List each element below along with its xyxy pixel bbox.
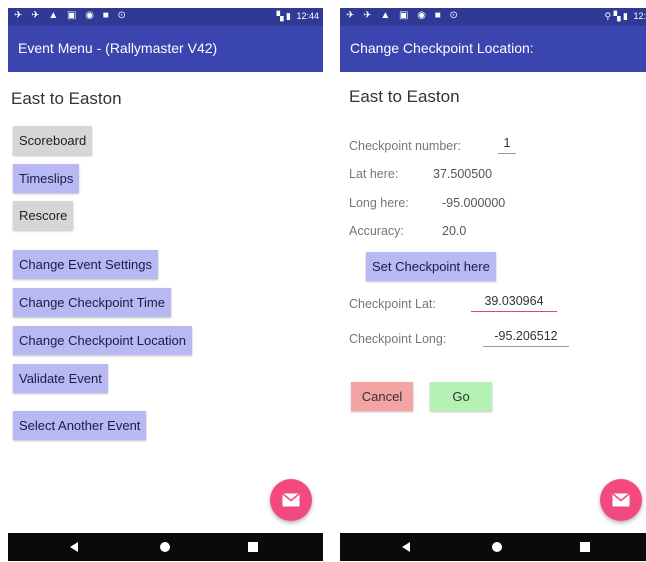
recents-square-icon[interactable] xyxy=(248,542,258,552)
home-circle-icon[interactable] xyxy=(160,542,170,552)
change-checkpoint-location-screen: ✈ ✈ ▲ ▣ ◉ ■ ⊙ ⚲ ▚ ▮ 12:5 Change Checkpoi… xyxy=(340,8,646,561)
status-time: 12:44 xyxy=(296,11,319,21)
battery-icon: ▮ xyxy=(286,11,291,21)
event-menu-screen: ✈ ✈ ▲ ▣ ◉ ■ ⊙ ▚ ▮ 12:44 Event Menu - (Ra… xyxy=(8,8,323,561)
accuracy-label: Accuracy: xyxy=(349,224,404,238)
change-checkpoint-location-button[interactable]: Change Checkpoint Location xyxy=(13,326,192,355)
app-bar-title: Change Checkpoint Location: xyxy=(350,40,534,56)
long-here-value: -95.000000 xyxy=(442,196,506,210)
checkpoint-number-label: Checkpoint number: xyxy=(349,139,461,153)
change-event-settings-button[interactable]: Change Event Settings xyxy=(13,250,158,279)
home-circle-icon[interactable] xyxy=(492,542,502,552)
status-right: ⚲ ▚ ▮ 12:5 xyxy=(604,11,646,22)
rescore-button[interactable]: Rescore xyxy=(13,201,74,230)
event-name: East to Easton xyxy=(11,89,122,108)
location-icon: ⚲ xyxy=(604,11,612,21)
mail-icon xyxy=(612,493,630,507)
app-bar: Change Checkpoint Location: xyxy=(340,26,646,72)
checkpoint-lat-field[interactable] xyxy=(471,294,557,312)
recents-square-icon[interactable] xyxy=(580,542,590,552)
notification-icons: ✈ ✈ ▲ ▣ ◉ ■ ⊙ xyxy=(346,10,461,21)
select-another-event-button[interactable]: Select Another Event xyxy=(13,411,147,440)
status-time: 12:5 xyxy=(633,11,646,21)
checkpoint-number-field[interactable] xyxy=(498,136,516,154)
back-triangle-icon[interactable] xyxy=(402,542,410,552)
notification-icons: ✈ ✈ ▲ ▣ ◉ ■ ⊙ xyxy=(14,10,129,21)
signal-icon: ▚ xyxy=(276,11,284,21)
checkpoint-lat-label: Checkpoint Lat: xyxy=(349,297,436,311)
event-name: East to Easton xyxy=(349,87,460,106)
status-bar: ✈ ✈ ▲ ▣ ◉ ■ ⊙ ⚲ ▚ ▮ 12:5 xyxy=(340,8,646,26)
long-here-label: Long here: xyxy=(349,196,409,210)
back-triangle-icon[interactable] xyxy=(70,542,78,552)
accuracy-value: 20.0 xyxy=(442,224,467,238)
go-button[interactable]: Go xyxy=(430,382,492,411)
checkpoint-long-label: Checkpoint Long: xyxy=(349,332,447,346)
battery-icon: ▮ xyxy=(623,11,628,21)
status-bar: ✈ ✈ ▲ ▣ ◉ ■ ⊙ ▚ ▮ 12:44 xyxy=(8,8,323,26)
nav-bar xyxy=(340,533,646,561)
mail-icon xyxy=(282,493,300,507)
lat-here-label: Lat here: xyxy=(349,167,399,181)
timeslips-button[interactable]: Timeslips xyxy=(13,164,80,193)
lat-here-value: 37.500500 xyxy=(433,167,493,181)
nav-bar xyxy=(8,533,323,561)
checkpoint-long-field[interactable] xyxy=(483,329,569,347)
change-checkpoint-time-button[interactable]: Change Checkpoint Time xyxy=(13,288,171,317)
app-bar-title: Event Menu - (Rallymaster V42) xyxy=(18,40,218,56)
app-bar: Event Menu - (Rallymaster V42) xyxy=(8,26,323,72)
email-fab[interactable] xyxy=(600,479,642,521)
scoreboard-button[interactable]: Scoreboard xyxy=(13,126,93,155)
status-right: ▚ ▮ 12:44 xyxy=(277,11,319,22)
cancel-button[interactable]: Cancel xyxy=(351,382,413,411)
set-checkpoint-here-button[interactable]: Set Checkpoint here xyxy=(366,252,496,281)
email-fab[interactable] xyxy=(270,479,312,521)
signal-icon: ▚ xyxy=(613,11,621,21)
validate-event-button[interactable]: Validate Event xyxy=(13,364,108,393)
